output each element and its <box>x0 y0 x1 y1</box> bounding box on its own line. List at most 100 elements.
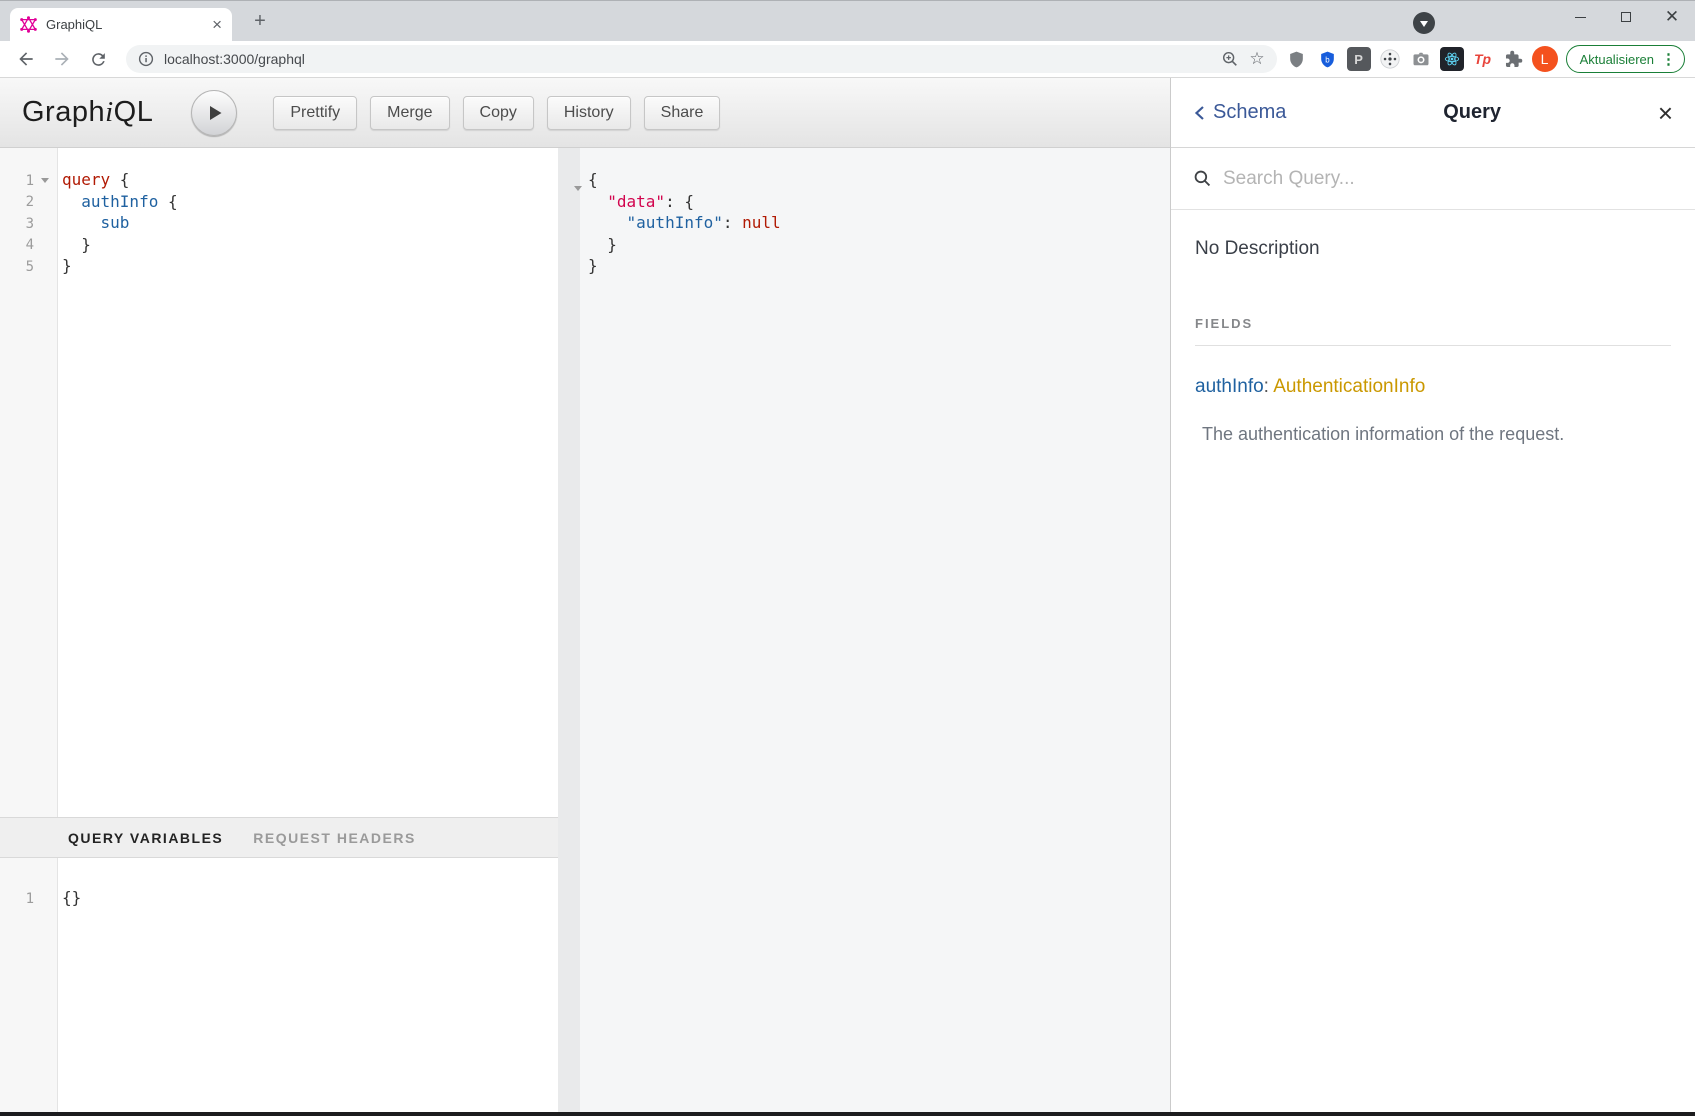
query-editor-gutter: 12345 <box>0 148 58 817</box>
doc-content: No Description FIELDS authInfo: Authenti… <box>1171 210 1695 445</box>
zoom-icon[interactable] <box>1221 50 1239 68</box>
window-close-button[interactable]: ✕ <box>1649 0 1695 34</box>
browser-window: GraphiQL × + ✕ localhost:3000/graphql <box>0 0 1695 1116</box>
bitwarden-extension-icon[interactable]: b <box>1316 47 1340 71</box>
play-icon <box>203 102 225 124</box>
result-fold-arrow-icon[interactable] <box>574 178 582 196</box>
svg-text:b: b <box>1325 55 1330 64</box>
code-line: {} <box>62 888 558 910</box>
doc-search-row <box>1171 148 1695 210</box>
tab-close-icon[interactable]: × <box>212 16 222 33</box>
url-text: localhost:3000/graphql <box>164 51 1211 67</box>
tab-title: GraphiQL <box>46 17 212 32</box>
tab-request-headers[interactable]: REQUEST HEADERS <box>253 830 416 846</box>
field-type-link[interactable]: AuthenticationInfo <box>1273 376 1425 397</box>
doc-explorer-panel: Schema Query × No Description FIELDS aut… <box>1170 78 1695 1112</box>
prettify-button[interactable]: Prettify <box>273 96 357 130</box>
merge-button[interactable]: Merge <box>370 96 449 130</box>
address-bar[interactable]: localhost:3000/graphql ☆ <box>126 45 1277 73</box>
browser-menu-kebab-icon[interactable]: ⋮ <box>1661 50 1676 68</box>
window-controls: ✕ <box>1557 0 1695 34</box>
field-name-link[interactable]: authInfo <box>1195 376 1264 397</box>
query-editor[interactable]: 12345 query { authInfo { sub }} <box>0 148 558 817</box>
fold-arrow-icon[interactable] <box>41 178 49 183</box>
query-pane: 12345 query { authInfo { sub }} QUERY VA… <box>0 148 558 1112</box>
code-line: } <box>62 235 558 257</box>
site-info-icon[interactable] <box>138 51 154 67</box>
reload-icon <box>89 50 108 69</box>
gutter-line: 4 <box>0 235 57 257</box>
code-line: "data": { <box>588 192 1170 214</box>
doc-back-label: Schema <box>1213 101 1286 124</box>
back-button[interactable] <box>12 45 40 73</box>
shield-extension-icon[interactable] <box>1285 47 1309 71</box>
back-arrow-icon <box>16 49 36 69</box>
reload-button[interactable] <box>84 45 112 73</box>
tab-strip: GraphiQL × + ✕ <box>0 0 1695 41</box>
copy-button[interactable]: Copy <box>463 96 534 130</box>
react-devtools-extension-icon[interactable] <box>1440 47 1464 71</box>
history-button[interactable]: History <box>547 96 631 130</box>
graphiql-main: GraphiQL Prettify Merge Copy History Sha… <box>0 78 1170 1112</box>
pane-resize-divider[interactable] <box>558 148 580 1112</box>
result-viewer[interactable]: { "data": { "authInfo": null }} <box>588 170 1170 278</box>
gutter-line: 3 <box>0 213 57 235</box>
execute-button[interactable] <box>191 90 237 136</box>
code-line: { <box>588 170 1170 192</box>
variables-editor-code[interactable]: {} <box>58 858 558 1112</box>
forward-button[interactable] <box>48 45 76 73</box>
bookmark-star-icon[interactable]: ☆ <box>1249 49 1264 69</box>
share-button[interactable]: Share <box>644 96 721 130</box>
doc-title: Query <box>1286 101 1657 124</box>
graphiql-topbar: GraphiQL Prettify Merge Copy History Sha… <box>0 78 1170 148</box>
p-extension-icon[interactable]: P <box>1347 47 1371 71</box>
gutter-line: 5 <box>0 256 57 278</box>
code-line: query { <box>62 170 558 192</box>
doc-close-icon[interactable]: × <box>1658 100 1673 126</box>
doc-back-link[interactable]: Schema <box>1193 101 1286 124</box>
puzzle-extensions-icon[interactable] <box>1502 47 1526 71</box>
tab-query-variables[interactable]: QUERY VARIABLES <box>68 830 223 846</box>
minimize-button[interactable] <box>1557 0 1603 34</box>
editors-area: 12345 query { authInfo { sub }} QUERY VA… <box>0 148 1170 1112</box>
result-pane: { "data": { "authInfo": null }} <box>580 148 1170 1112</box>
code-line: } <box>588 256 1170 278</box>
variables-title-bar: QUERY VARIABLES REQUEST HEADERS <box>0 817 558 858</box>
code-line: "authInfo": null <box>588 213 1170 235</box>
gutter-line: 1 <box>0 888 57 910</box>
forward-arrow-icon <box>52 49 72 69</box>
update-button[interactable]: Aktualisieren ⋮ <box>1566 45 1685 73</box>
fields-section-header: FIELDS <box>1195 316 1671 346</box>
query-editor-code[interactable]: query { authInfo { sub }} <box>58 148 558 817</box>
update-button-label: Aktualisieren <box>1580 52 1654 67</box>
code-line: } <box>588 235 1170 257</box>
code-line: } <box>62 256 558 278</box>
chevron-left-icon <box>1193 105 1206 121</box>
browser-tab[interactable]: GraphiQL × <box>10 8 232 41</box>
code-line: authInfo { <box>62 192 558 214</box>
profile-avatar[interactable]: L <box>1532 46 1558 72</box>
field-row: authInfo: AuthenticationInfo <box>1195 376 1671 398</box>
field-description: The authentication information of the re… <box>1202 424 1671 445</box>
graphql-favicon-icon <box>20 16 37 33</box>
extensions-row: b P Tp <box>1285 47 1526 71</box>
tampermonkey-extension-icon[interactable]: Tp <box>1471 47 1495 71</box>
code-line: sub <box>62 213 558 235</box>
variables-editor[interactable]: 1 {} <box>0 858 558 1112</box>
doc-explorer-header: Schema Query × <box>1171 78 1695 148</box>
dots-circle-extension-icon[interactable] <box>1378 47 1402 71</box>
doc-search-input[interactable] <box>1223 168 1673 190</box>
update-indicator-icon[interactable] <box>1413 12 1435 34</box>
search-icon <box>1193 169 1212 188</box>
maximize-button[interactable] <box>1603 0 1649 34</box>
field-separator: : <box>1264 376 1274 397</box>
new-tab-button[interactable]: + <box>246 8 274 34</box>
window-bottom-edge <box>0 1112 1695 1116</box>
gutter-line: 1 <box>0 170 57 192</box>
result-code-lines: { "data": { "authInfo": null }} <box>588 170 1170 278</box>
camera-extension-icon[interactable] <box>1409 47 1433 71</box>
type-description: No Description <box>1195 238 1671 260</box>
variables-editor-gutter: 1 <box>0 858 58 1112</box>
browser-toolbar: localhost:3000/graphql ☆ b P Tp <box>0 41 1695 78</box>
graphiql-logo: GraphiQL <box>22 96 153 129</box>
